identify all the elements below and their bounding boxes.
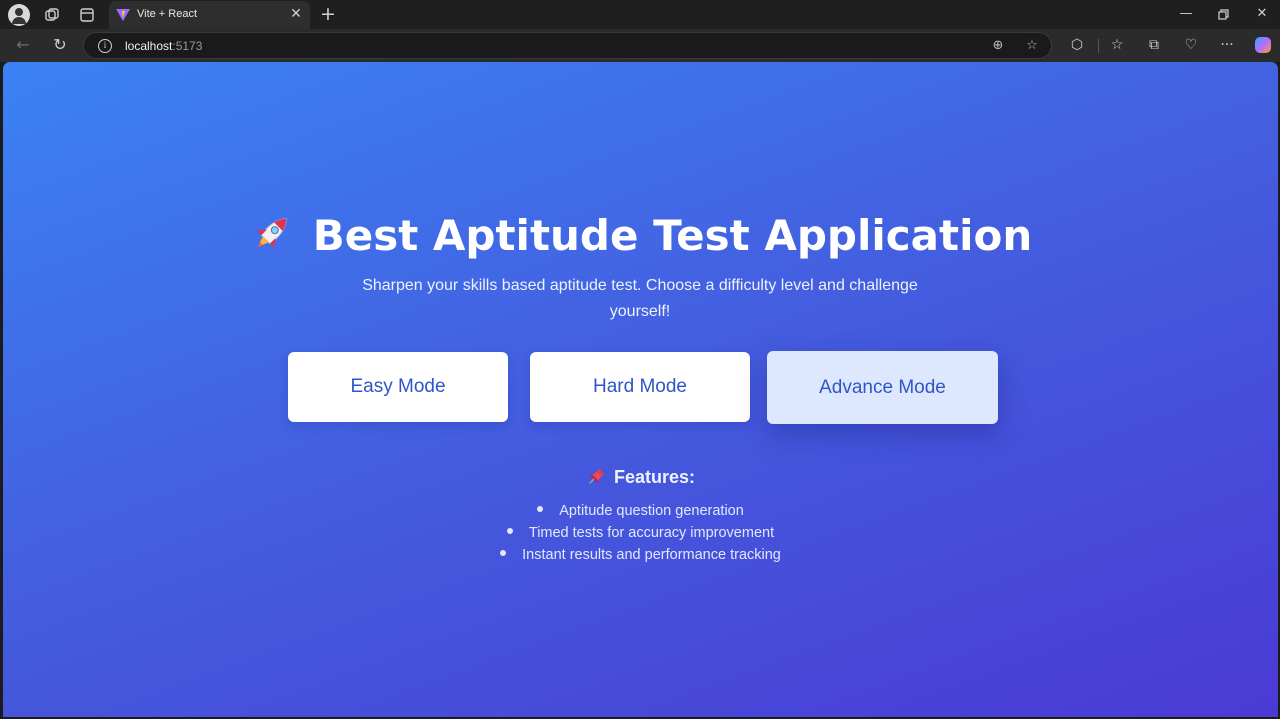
info-icon[interactable]: i	[98, 39, 112, 53]
features-heading-text: Features:	[613, 467, 696, 487]
page-title-text: Best Aptitude Test Application	[312, 211, 1033, 260]
workspaces-icon[interactable]	[41, 4, 63, 26]
copilot-icon[interactable]	[1252, 35, 1274, 57]
page-subtitle: Sharpen your skills based aptitude test.…	[362, 277, 918, 320]
advance-mode-button[interactable]: Advance Mode	[767, 351, 998, 424]
tab-strip: Vite + React ✕ + — ✕	[0, 0, 1280, 29]
features-heading: Features:	[3, 467, 1278, 488]
vite-icon	[116, 9, 130, 21]
favorites-icon[interactable]: ☆	[1106, 35, 1128, 57]
bullet	[506, 528, 513, 534]
address-bar[interactable]: i localhost:5173 ⊕ ☆	[83, 32, 1052, 59]
collections-icon[interactable]: ⧉	[1143, 35, 1165, 57]
refresh-icon[interactable]: ↻	[48, 34, 72, 58]
tab-active[interactable]: Vite + React ✕	[109, 1, 310, 29]
bullet	[500, 550, 507, 556]
close-window-icon[interactable]: ✕	[1251, 4, 1273, 26]
close-icon[interactable]: ✕	[287, 5, 305, 23]
bullet	[537, 506, 544, 512]
list-item: Aptitude question generation	[3, 500, 1278, 522]
pushpin-icon	[589, 468, 605, 484]
hard-mode-button[interactable]: Hard Mode	[530, 352, 750, 422]
extensions-icon[interactable]: ⬡	[1066, 35, 1088, 57]
browser-essentials-icon[interactable]: ♡	[1180, 35, 1202, 57]
rocket-icon	[256, 218, 287, 248]
browser-toolbar: ← ↻ i localhost:5173 ⊕ ☆ ⬡ ☆ ⧉ ♡ ···	[0, 29, 1280, 62]
minimize-icon[interactable]: —	[1175, 4, 1197, 26]
favorite-star-icon[interactable]: ☆	[1023, 37, 1041, 55]
address-text[interactable]: localhost:5173	[125, 39, 202, 53]
list-item: Instant results and performance tracking	[3, 544, 1278, 566]
back-icon[interactable]: ←	[11, 34, 35, 58]
zoom-icon[interactable]: ⊕	[989, 37, 1007, 55]
toolbar-divider	[1098, 39, 1099, 53]
page-viewport: Best Aptitude Test Application Sharpen y…	[3, 62, 1278, 717]
features-list: Aptitude question generation Timed tests…	[3, 500, 1278, 566]
list-item: Timed tests for accuracy improvement	[3, 522, 1278, 544]
easy-mode-button[interactable]: Easy Mode	[288, 352, 508, 422]
tab-title: Vite + React	[137, 8, 198, 20]
more-menu-icon[interactable]: ···	[1216, 35, 1238, 57]
page-title: Best Aptitude Test Application	[3, 210, 1278, 260]
tab-actions-icon[interactable]	[76, 4, 98, 26]
restore-icon[interactable]	[1212, 4, 1234, 26]
new-tab-button[interactable]: +	[317, 3, 339, 25]
profile-icon[interactable]	[8, 4, 30, 26]
